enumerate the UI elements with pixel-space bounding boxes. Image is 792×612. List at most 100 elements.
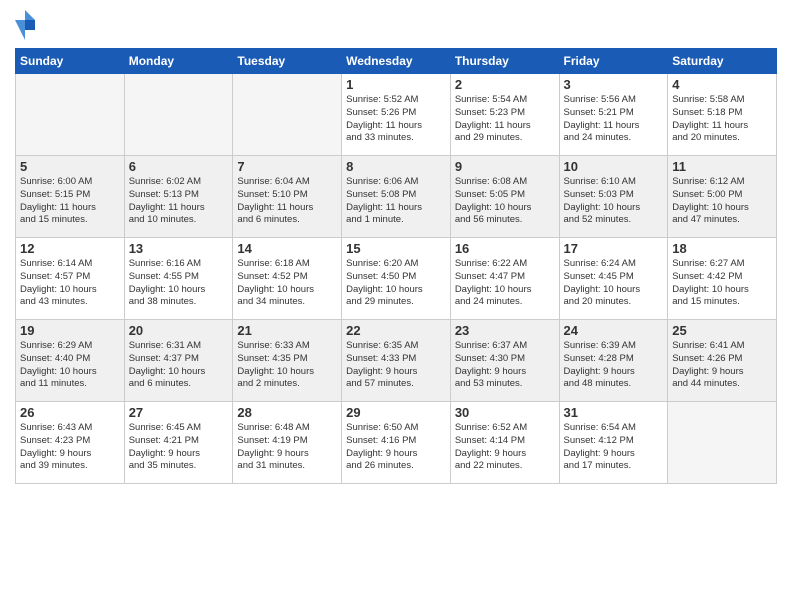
day-number: 28 xyxy=(237,405,337,420)
day-number: 25 xyxy=(672,323,772,338)
day-info: Sunrise: 5:58 AMSunset: 5:18 PMDaylight:… xyxy=(672,94,772,145)
calendar-cell: 4 Sunrise: 5:58 AMSunset: 5:18 PMDaylight… xyxy=(668,74,777,156)
calendar-cell: 24 Sunrise: 6:39 AMSunset: 4:28 PMDayligh… xyxy=(559,320,668,402)
day-info: Sunrise: 6:54 AMSunset: 4:12 PMDaylight:… xyxy=(564,422,664,473)
calendar-table: SundayMondayTuesdayWednesdayThursdayFrid… xyxy=(15,48,777,484)
week-row-5: 26Sunrise: 6:43 AMSunset: 4:23 PMDayligh… xyxy=(16,402,777,484)
day-info: Sunrise: 6:20 AMSunset: 4:50 PMDaylight:… xyxy=(346,258,446,309)
calendar-cell: 11 Sunrise: 6:12 AMSunset: 5:00 PMDayligh… xyxy=(668,156,777,238)
day-info: Sunrise: 6:50 AMSunset: 4:16 PMDaylight:… xyxy=(346,422,446,473)
day-info: Sunrise: 6:39 AMSunset: 4:28 PMDaylight:… xyxy=(564,340,664,391)
calendar-cell: 7 Sunrise: 6:04 AMSunset: 5:10 PMDaylight… xyxy=(233,156,342,238)
day-number: 13 xyxy=(129,241,229,256)
day-number: 5 xyxy=(20,159,120,174)
logo-icon xyxy=(15,10,35,40)
weekday-header-friday: Friday xyxy=(559,49,668,74)
weekday-header-saturday: Saturday xyxy=(668,49,777,74)
calendar-cell xyxy=(233,74,342,156)
weekday-header-wednesday: Wednesday xyxy=(342,49,451,74)
day-info: Sunrise: 6:48 AMSunset: 4:19 PMDaylight:… xyxy=(237,422,337,473)
weekday-header-sunday: Sunday xyxy=(16,49,125,74)
calendar-cell: 8 Sunrise: 6:06 AMSunset: 5:08 PMDaylight… xyxy=(342,156,451,238)
day-info: Sunrise: 6:24 AMSunset: 4:45 PMDaylight:… xyxy=(564,258,664,309)
day-info: Sunrise: 5:56 AMSunset: 5:21 PMDaylight:… xyxy=(564,94,664,145)
day-number: 30 xyxy=(455,405,555,420)
week-row-4: 19 Sunrise: 6:29 AMSunset: 4:40 PMDayligh… xyxy=(16,320,777,402)
calendar-cell: 10Sunrise: 6:10 AMSunset: 5:03 PMDayligh… xyxy=(559,156,668,238)
day-info: Sunrise: 6:04 AMSunset: 5:10 PMDaylight:… xyxy=(237,176,337,227)
day-number: 1 xyxy=(346,77,446,92)
day-number: 15 xyxy=(346,241,446,256)
day-number: 29 xyxy=(346,405,446,420)
day-info: Sunrise: 6:52 AMSunset: 4:14 PMDaylight:… xyxy=(455,422,555,473)
day-info: Sunrise: 6:27 AMSunset: 4:42 PMDaylight:… xyxy=(672,258,772,309)
day-info: Sunrise: 6:06 AMSunset: 5:08 PMDaylight:… xyxy=(346,176,446,227)
calendar-cell xyxy=(124,74,233,156)
day-number: 12 xyxy=(20,241,120,256)
calendar-cell: 17 Sunrise: 6:24 AMSunset: 4:45 PMDayligh… xyxy=(559,238,668,320)
calendar-cell: 9 Sunrise: 6:08 AMSunset: 5:05 PMDaylight… xyxy=(450,156,559,238)
day-info: Sunrise: 5:54 AMSunset: 5:23 PMDaylight:… xyxy=(455,94,555,145)
calendar-cell: 29 Sunrise: 6:50 AMSunset: 4:16 PMDayligh… xyxy=(342,402,451,484)
day-info: Sunrise: 6:33 AMSunset: 4:35 PMDaylight:… xyxy=(237,340,337,391)
calendar-container: SundayMondayTuesdayWednesdayThursdayFrid… xyxy=(0,0,792,494)
calendar-cell: 22Sunrise: 6:35 AMSunset: 4:33 PMDayligh… xyxy=(342,320,451,402)
week-row-2: 5 Sunrise: 6:00 AMSunset: 5:15 PMDaylight… xyxy=(16,156,777,238)
day-info: Sunrise: 5:52 AMSunset: 5:26 PMDaylight:… xyxy=(346,94,446,145)
week-row-1: 1 Sunrise: 5:52 AMSunset: 5:26 PMDaylight… xyxy=(16,74,777,156)
day-number: 19 xyxy=(20,323,120,338)
day-number: 6 xyxy=(129,159,229,174)
day-number: 9 xyxy=(455,159,555,174)
calendar-cell: 5 Sunrise: 6:00 AMSunset: 5:15 PMDaylight… xyxy=(16,156,125,238)
logo xyxy=(15,10,37,40)
day-number: 26 xyxy=(20,405,120,420)
day-number: 31 xyxy=(564,405,664,420)
day-number: 3 xyxy=(564,77,664,92)
day-info: Sunrise: 6:00 AMSunset: 5:15 PMDaylight:… xyxy=(20,176,120,227)
calendar-cell: 20 Sunrise: 6:31 AMSunset: 4:37 PMDayligh… xyxy=(124,320,233,402)
day-number: 7 xyxy=(237,159,337,174)
day-number: 17 xyxy=(564,241,664,256)
calendar-cell: 18Sunrise: 6:27 AMSunset: 4:42 PMDayligh… xyxy=(668,238,777,320)
calendar-cell: 3 Sunrise: 5:56 AMSunset: 5:21 PMDaylight… xyxy=(559,74,668,156)
day-number: 16 xyxy=(455,241,555,256)
day-number: 11 xyxy=(672,159,772,174)
calendar-cell: 23 Sunrise: 6:37 AMSunset: 4:30 PMDayligh… xyxy=(450,320,559,402)
calendar-cell: 13 Sunrise: 6:16 AMSunset: 4:55 PMDayligh… xyxy=(124,238,233,320)
calendar-cell: 25Sunrise: 6:41 AMSunset: 4:26 PMDayligh… xyxy=(668,320,777,402)
calendar-cell: 16 Sunrise: 6:22 AMSunset: 4:47 PMDayligh… xyxy=(450,238,559,320)
calendar-cell: 1 Sunrise: 5:52 AMSunset: 5:26 PMDaylight… xyxy=(342,74,451,156)
day-number: 22 xyxy=(346,323,446,338)
day-info: Sunrise: 6:14 AMSunset: 4:57 PMDaylight:… xyxy=(20,258,120,309)
calendar-cell xyxy=(16,74,125,156)
day-number: 21 xyxy=(237,323,337,338)
calendar-header xyxy=(15,10,777,40)
day-number: 14 xyxy=(237,241,337,256)
weekday-header-monday: Monday xyxy=(124,49,233,74)
day-number: 4 xyxy=(672,77,772,92)
day-info: Sunrise: 6:10 AMSunset: 5:03 PMDaylight:… xyxy=(564,176,664,227)
day-info: Sunrise: 6:08 AMSunset: 5:05 PMDaylight:… xyxy=(455,176,555,227)
day-info: Sunrise: 6:12 AMSunset: 5:00 PMDaylight:… xyxy=(672,176,772,227)
day-number: 27 xyxy=(129,405,229,420)
weekday-header-thursday: Thursday xyxy=(450,49,559,74)
day-info: Sunrise: 6:22 AMSunset: 4:47 PMDaylight:… xyxy=(455,258,555,309)
day-info: Sunrise: 6:18 AMSunset: 4:52 PMDaylight:… xyxy=(237,258,337,309)
day-info: Sunrise: 6:37 AMSunset: 4:30 PMDaylight:… xyxy=(455,340,555,391)
calendar-cell: 21 Sunrise: 6:33 AMSunset: 4:35 PMDayligh… xyxy=(233,320,342,402)
calendar-cell: 27Sunrise: 6:45 AMSunset: 4:21 PMDayligh… xyxy=(124,402,233,484)
calendar-cell: 15 Sunrise: 6:20 AMSunset: 4:50 PMDayligh… xyxy=(342,238,451,320)
calendar-cell: 12 Sunrise: 6:14 AMSunset: 4:57 PMDayligh… xyxy=(16,238,125,320)
day-number: 8 xyxy=(346,159,446,174)
day-info: Sunrise: 6:16 AMSunset: 4:55 PMDaylight:… xyxy=(129,258,229,309)
day-info: Sunrise: 6:29 AMSunset: 4:40 PMDaylight:… xyxy=(20,340,120,391)
day-number: 23 xyxy=(455,323,555,338)
calendar-cell: 26Sunrise: 6:43 AMSunset: 4:23 PMDayligh… xyxy=(16,402,125,484)
day-number: 24 xyxy=(564,323,664,338)
calendar-cell: 19 Sunrise: 6:29 AMSunset: 4:40 PMDayligh… xyxy=(16,320,125,402)
calendar-cell: 30 Sunrise: 6:52 AMSunset: 4:14 PMDayligh… xyxy=(450,402,559,484)
calendar-cell: 2 Sunrise: 5:54 AMSunset: 5:23 PMDaylight… xyxy=(450,74,559,156)
day-number: 20 xyxy=(129,323,229,338)
day-number: 2 xyxy=(455,77,555,92)
day-info: Sunrise: 6:31 AMSunset: 4:37 PMDaylight:… xyxy=(129,340,229,391)
